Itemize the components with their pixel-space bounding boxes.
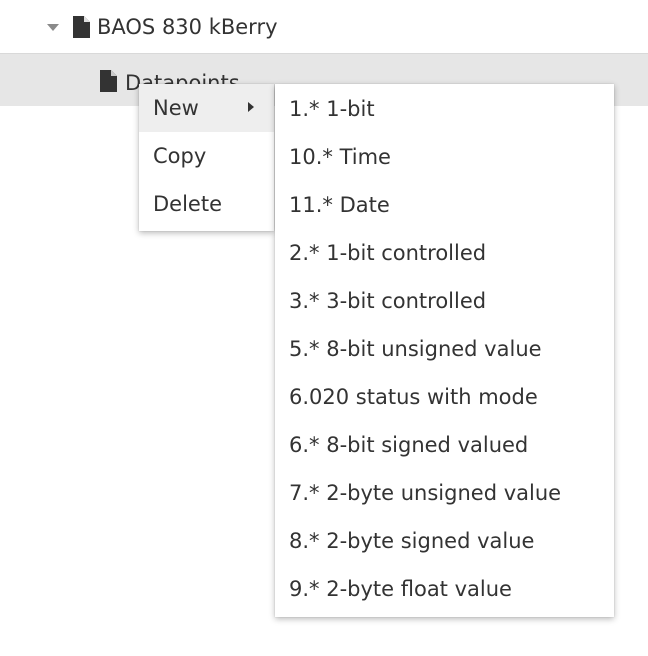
- submenu-item-label: 2.* 1-bit controlled: [289, 241, 487, 265]
- submenu-item-label: 5.* 8-bit unsigned value: [289, 337, 542, 361]
- tree-view: BAOS 830 kBerry Datapoints New Copy Dele…: [0, 0, 648, 656]
- submenu-item-label: 1.* 1-bit: [289, 97, 375, 121]
- context-menu: New Copy Delete: [139, 84, 274, 231]
- chevron-right-icon: [248, 102, 254, 112]
- submenu-item[interactable]: 6.* 8-bit signed valued: [275, 421, 614, 469]
- submenu-item-label: 10.* Time: [289, 145, 391, 169]
- submenu-item-label: 6.020 status with mode: [289, 385, 538, 409]
- submenu-item[interactable]: 3.* 3-bit controlled: [275, 277, 614, 325]
- caret-down-icon[interactable]: [47, 24, 59, 31]
- submenu-item-label: 6.* 8-bit signed valued: [289, 433, 529, 457]
- file-icon: [73, 16, 90, 38]
- submenu-item[interactable]: 1.* 1-bit: [275, 85, 614, 133]
- submenu-item[interactable]: 11.* Date: [275, 181, 614, 229]
- submenu-item[interactable]: 5.* 8-bit unsigned value: [275, 325, 614, 373]
- submenu-item[interactable]: 6.020 status with mode: [275, 373, 614, 421]
- submenu-item-label: 8.* 2-byte signed value: [289, 529, 535, 553]
- submenu-item[interactable]: 9.* 2-byte float value: [275, 565, 614, 613]
- menu-item-label: New: [153, 96, 199, 120]
- menu-item-new[interactable]: New: [139, 84, 274, 132]
- submenu-item-label: 9.* 2-byte float value: [289, 577, 512, 601]
- menu-item-delete[interactable]: Delete: [139, 180, 274, 228]
- submenu-new: 1.* 1-bit 10.* Time 11.* Date 2.* 1-bit …: [275, 84, 614, 617]
- menu-item-copy[interactable]: Copy: [139, 132, 274, 180]
- submenu-item[interactable]: 10.* Time: [275, 133, 614, 181]
- menu-item-label: Delete: [153, 192, 222, 216]
- tree-node-root[interactable]: BAOS 830 kBerry: [0, 4, 648, 50]
- submenu-item-label: 11.* Date: [289, 193, 390, 217]
- submenu-item[interactable]: 2.* 1-bit controlled: [275, 229, 614, 277]
- submenu-item[interactable]: 8.* 2-byte signed value: [275, 517, 614, 565]
- menu-item-label: Copy: [153, 144, 207, 168]
- submenu-item-label: 3.* 3-bit controlled: [289, 289, 487, 313]
- submenu-item-label: 7.* 2-byte unsigned value: [289, 481, 562, 505]
- tree-node-label: BAOS 830 kBerry: [97, 15, 278, 39]
- file-icon: [100, 70, 117, 92]
- submenu-item[interactable]: 7.* 2-byte unsigned value: [275, 469, 614, 517]
